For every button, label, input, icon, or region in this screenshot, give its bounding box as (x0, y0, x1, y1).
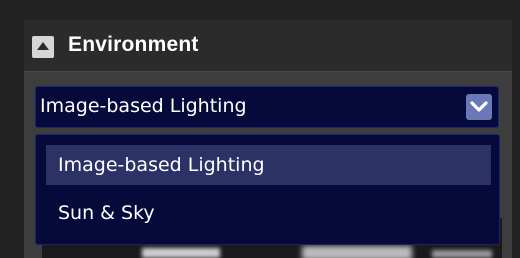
preview-highlight (432, 250, 492, 258)
panel-title: Environment (68, 33, 199, 56)
lighting-select-value: Image-based Lighting (40, 95, 247, 117)
dropdown-toggle-button[interactable] (466, 94, 492, 120)
lighting-options-list: Image-based Lighting Sun & Sky (35, 134, 500, 245)
option-image-based-lighting[interactable]: Image-based Lighting (46, 145, 491, 185)
triangle-up-icon (37, 42, 49, 50)
app-window: Environment Image-based Lighting Image-b… (0, 0, 520, 258)
preview-highlight (142, 248, 220, 258)
option-sun-and-sky[interactable]: Sun & Sky (46, 193, 491, 233)
collapse-button[interactable] (32, 36, 54, 58)
preview-highlight (302, 246, 412, 258)
chevron-down-icon (470, 101, 488, 112)
panel-header[interactable]: Environment (24, 20, 512, 72)
lighting-select[interactable]: Image-based Lighting (35, 86, 499, 128)
